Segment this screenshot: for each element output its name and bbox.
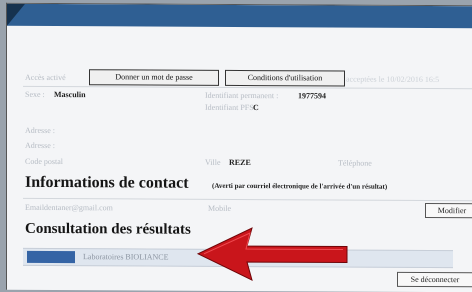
modify-contact-button[interactable]: Modifier bbox=[425, 202, 472, 219]
lab-color-marker bbox=[27, 250, 75, 264]
mobile-label: Mobile bbox=[208, 203, 232, 213]
pfs-id-label: Identifiant PFS bbox=[205, 102, 254, 113]
lab-name: Laboratoires BIOLIANCE bbox=[83, 252, 169, 262]
change-password-button[interactable]: Donner un mot de passe bbox=[89, 69, 219, 86]
permanent-id-value: 1977594 bbox=[298, 91, 326, 101]
terms-button[interactable]: Conditions d'utilisation bbox=[225, 69, 345, 87]
address-label-1: Adresse : bbox=[25, 125, 55, 136]
city-label: Ville bbox=[205, 157, 221, 167]
contact-info-title: Informations de contact bbox=[25, 173, 189, 192]
sex-value: Masculin bbox=[54, 90, 86, 100]
city-value: REZE bbox=[229, 157, 251, 168]
access-label: Accès activé bbox=[25, 72, 66, 83]
phone-label: Téléphone bbox=[338, 158, 372, 168]
sex-label: Sexe : bbox=[25, 89, 45, 99]
red-arrow-annotation bbox=[197, 227, 348, 281]
divider-contact bbox=[23, 197, 472, 202]
permanent-id-label: Identifiant permanent : bbox=[205, 90, 279, 101]
browser-screen: Accès activé Donner un mot de passe Cond… bbox=[6, 2, 472, 292]
contact-notice: (Averti par courriel électronique de l'a… bbox=[212, 181, 388, 191]
email-label: Email bbox=[25, 202, 45, 212]
address-label-2: Adresse : bbox=[25, 140, 55, 151]
results-title: Consultation des résultats bbox=[25, 220, 191, 238]
top-bar bbox=[7, 3, 472, 29]
postal-code-label: Code postal bbox=[25, 156, 63, 167]
top-bar-notch bbox=[7, 3, 25, 26]
disconnect-button[interactable]: Se déconnecter bbox=[397, 271, 472, 288]
accepted-date-text: acceptées le 10/02/2016 16:5 bbox=[346, 74, 440, 85]
divider-top bbox=[23, 85, 472, 90]
pfs-id-value: C bbox=[253, 103, 259, 113]
email-value: dentaner@gmail.com bbox=[44, 202, 113, 213]
